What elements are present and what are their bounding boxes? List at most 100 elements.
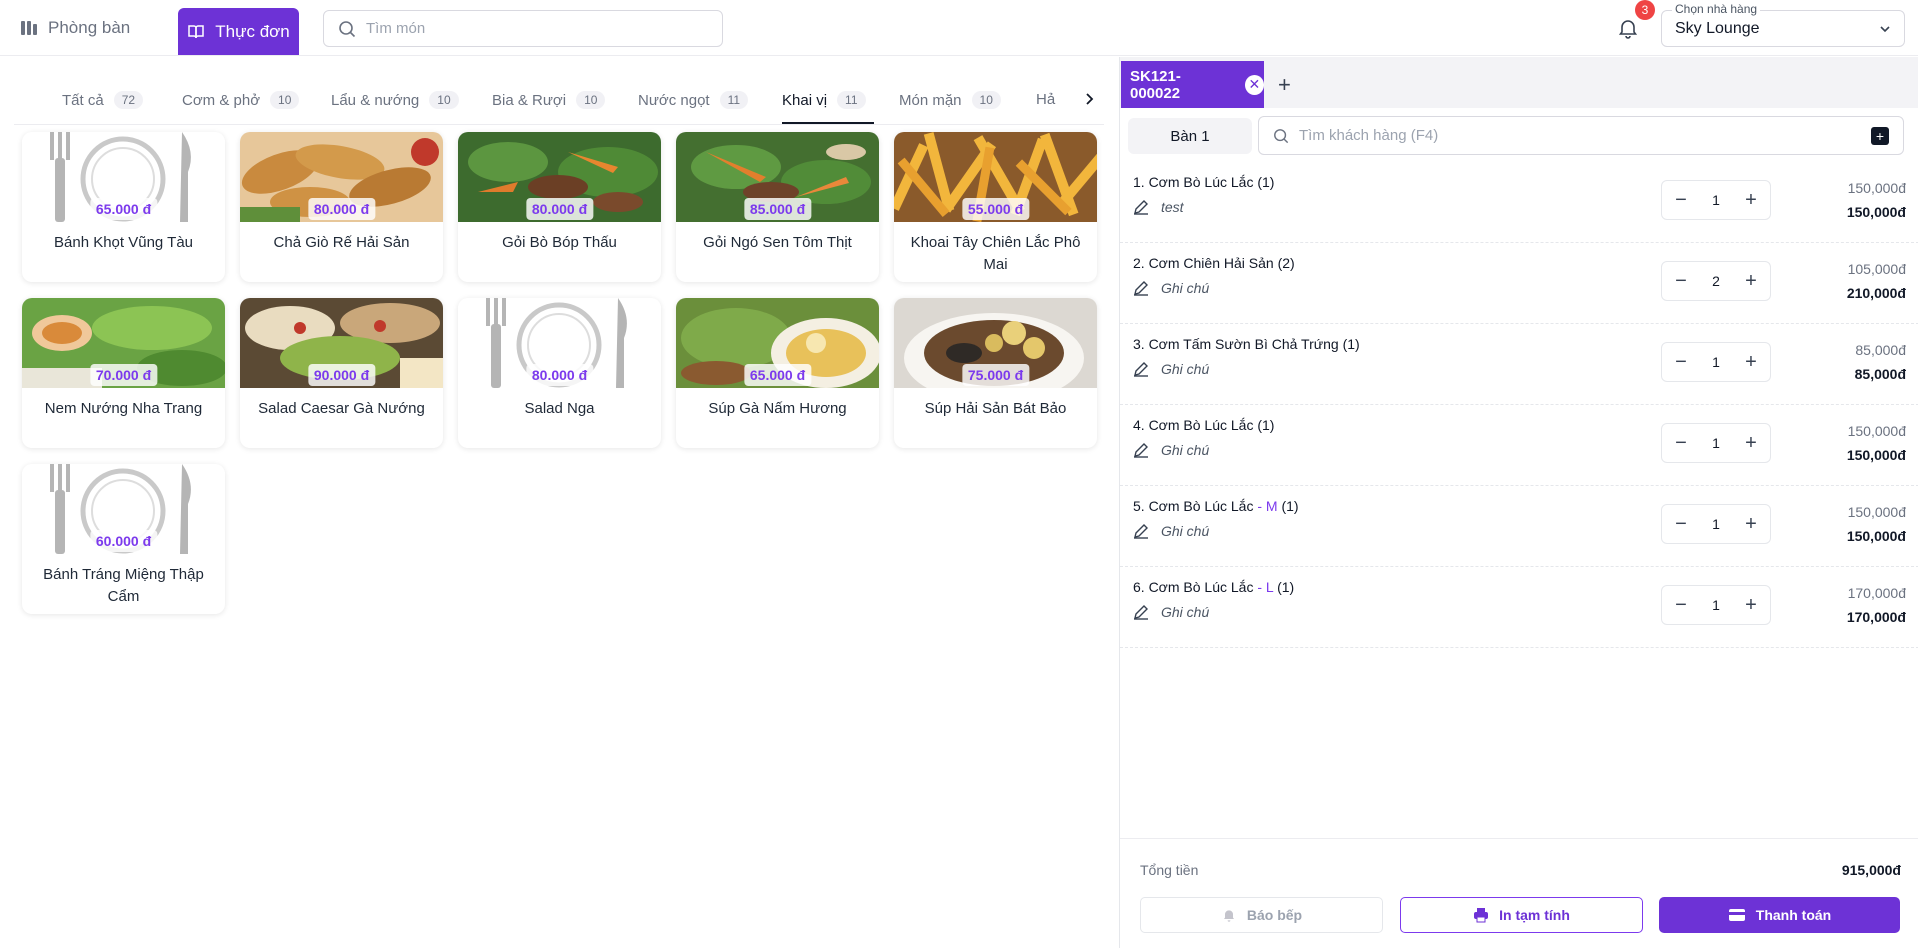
line-total: 210,000đ (1846, 285, 1906, 301)
french-fries-image: 55.000 đ (894, 132, 1097, 222)
plus-icon[interactable]: + (1742, 513, 1760, 536)
dish-search[interactable] (323, 10, 723, 47)
order-item-title: 4. Cơm Bò Lúc Lắc (1) (1133, 417, 1275, 433)
printer-icon (1474, 908, 1489, 923)
tab-category-all[interactable]: Tất cả 72 (62, 91, 144, 109)
total-value: 915,000đ (1841, 862, 1901, 878)
tab-category-hotpot-grill[interactable]: Lẩu & nướng 10 (331, 91, 459, 109)
dish-card[interactable]: 70.000 đ Nem Nướng Nha Trang (22, 298, 225, 448)
notification-badge: 3 (1635, 0, 1655, 20)
print-bill-button[interactable]: In tạm tính (1400, 897, 1643, 933)
order-item-note[interactable]: Ghi chú (1133, 442, 1209, 458)
notify-kitchen-button[interactable]: Báo bếp (1140, 897, 1383, 933)
pencil-icon (1134, 200, 1148, 215)
category-label: Cơm & phở (182, 91, 261, 109)
close-icon[interactable]: ✕ (1244, 74, 1264, 95)
tab-category-more[interactable]: Hả (1036, 91, 1055, 108)
dish-card[interactable]: 65.000 đ Súp Gà Nấm Hương (676, 298, 879, 448)
minus-icon[interactable]: − (1672, 270, 1690, 293)
bell-icon[interactable] (1616, 16, 1640, 40)
active-tab-indicator (782, 122, 874, 124)
plus-icon[interactable]: + (1742, 432, 1760, 455)
restaurant-select[interactable]: Chọn nhà hàng Sky Lounge (1661, 2, 1905, 47)
category-count: 10 (576, 91, 606, 109)
dish-name: Súp Gà Nấm Hương (708, 400, 847, 417)
order-item-note[interactable]: test (1133, 199, 1184, 215)
quantity-stepper[interactable]: − 1 + (1661, 342, 1771, 382)
note-text: Ghi chú (1161, 523, 1210, 539)
search-icon (339, 20, 356, 37)
quantity-stepper[interactable]: − 1 + (1661, 585, 1771, 625)
chevron-down-icon (1880, 26, 1890, 33)
chevron-right-icon[interactable] (1082, 92, 1096, 106)
order-item-title: 6. Cơm Bò Lúc Lắc - L (1) (1133, 579, 1295, 595)
plate-placeholder-image: 65.000 đ (22, 132, 225, 222)
order-tab[interactable]: SK121-000022 ✕ (1121, 61, 1264, 108)
minus-icon[interactable]: − (1672, 189, 1690, 212)
note-text: Ghi chú (1161, 442, 1210, 458)
unit-price: 150,000đ (1847, 504, 1906, 520)
dish-card[interactable]: 80.000 đ Salad Nga (458, 298, 661, 448)
quantity-stepper[interactable]: − 1 + (1661, 423, 1771, 463)
dish-price: 75.000 đ (961, 364, 1030, 386)
order-item-note[interactable]: Ghi chú (1133, 361, 1209, 377)
line-total: 150,000đ (1846, 528, 1906, 544)
customer-search[interactable]: + (1258, 116, 1904, 155)
tab-category-appetizers[interactable]: Khai vị 11 (782, 91, 866, 109)
line-total: 150,000đ (1846, 204, 1906, 220)
category-label: Nước ngọt (638, 91, 710, 109)
note-text: Ghi chú (1161, 280, 1210, 296)
beef-salad-image: 80.000 đ (458, 132, 661, 222)
nav-rooms-tab[interactable]: Phòng bàn (20, 18, 130, 38)
dish-search-input[interactable] (366, 20, 706, 37)
plus-icon[interactable]: + (1742, 270, 1760, 293)
table-button[interactable]: Bàn 1 (1128, 118, 1252, 154)
nem-nuong-image: 70.000 đ (22, 298, 225, 388)
checkout-button[interactable]: Thanh toán (1659, 897, 1900, 933)
dish-card[interactable]: 90.000 đ Salad Caesar Gà Nướng (240, 298, 443, 448)
order-tab-label: SK121-000022 (1130, 67, 1181, 102)
tab-category-soft-drinks[interactable]: Nước ngọt 11 (638, 91, 749, 109)
tab-category-rice-pho[interactable]: Cơm & phở 10 (182, 91, 300, 109)
dish-price: 80.000 đ (307, 198, 376, 220)
quantity-stepper[interactable]: − 2 + (1661, 261, 1771, 301)
order-item-note[interactable]: Ghi chú (1133, 523, 1209, 539)
quantity-stepper[interactable]: − 1 + (1661, 180, 1771, 220)
order-items: 1. Cơm Bò Lúc Lắc (1) test − 1 + 150,000… (1120, 162, 1918, 648)
plus-icon[interactable]: + (1278, 72, 1291, 98)
tab-category-savory[interactable]: Món mặn 10 (899, 91, 1001, 109)
category-count: 11 (719, 91, 749, 109)
minus-icon[interactable]: − (1672, 432, 1690, 455)
dish-card[interactable]: 80.000 đ Gỏi Bò Bóp Thấu (458, 132, 661, 282)
nav-menu-tab[interactable]: Thực đơn (178, 8, 299, 55)
dish-price: 65.000 đ (89, 198, 158, 220)
customer-search-input[interactable] (1299, 127, 1859, 144)
add-customer-icon[interactable]: + (1871, 127, 1889, 145)
plus-icon[interactable]: + (1742, 351, 1760, 374)
quantity-value: 2 (1712, 273, 1720, 289)
dish-card[interactable]: 55.000 đ Khoai Tây Chiên Lắc Phô Mai (894, 132, 1097, 282)
plus-icon[interactable]: + (1742, 189, 1760, 212)
unit-price: 105,000đ (1847, 261, 1906, 277)
book-icon (188, 24, 204, 38)
tab-category-beer-wine[interactable]: Bia & Rượi 10 (492, 91, 606, 109)
dish-card[interactable]: 65.000 đ Bánh Khọt Vũng Tàu (22, 132, 225, 282)
pencil-icon (1134, 362, 1148, 377)
minus-icon[interactable]: − (1672, 513, 1690, 536)
pencil-icon (1134, 605, 1148, 620)
order-item-note[interactable]: Ghi chú (1133, 280, 1209, 296)
minus-icon[interactable]: − (1672, 594, 1690, 617)
order-item-note[interactable]: Ghi chú (1133, 604, 1209, 620)
quantity-stepper[interactable]: − 1 + (1661, 504, 1771, 544)
dish-card[interactable]: 75.000 đ Súp Hải Sản Bát Bảo (894, 298, 1097, 448)
dish-name: Gỏi Bò Bóp Thấu (502, 234, 617, 251)
dish-card[interactable]: 60.000 đ Bánh Tráng Miệng Thập Cẩm (22, 464, 225, 614)
order-item-title: 1. Cơm Bò Lúc Lắc (1) (1133, 174, 1275, 190)
line-total: 150,000đ (1846, 447, 1906, 463)
dish-card[interactable]: 80.000 đ Chả Giò Rế Hải Sản (240, 132, 443, 282)
plus-icon[interactable]: + (1742, 594, 1760, 617)
quantity-value: 1 (1712, 516, 1720, 532)
minus-icon[interactable]: − (1672, 351, 1690, 374)
order-item: 6. Cơm Bò Lúc Lắc - L (1) Ghi chú − 1 + … (1120, 567, 1918, 648)
dish-card[interactable]: 85.000 đ Gỏi Ngó Sen Tôm Thịt (676, 132, 879, 282)
